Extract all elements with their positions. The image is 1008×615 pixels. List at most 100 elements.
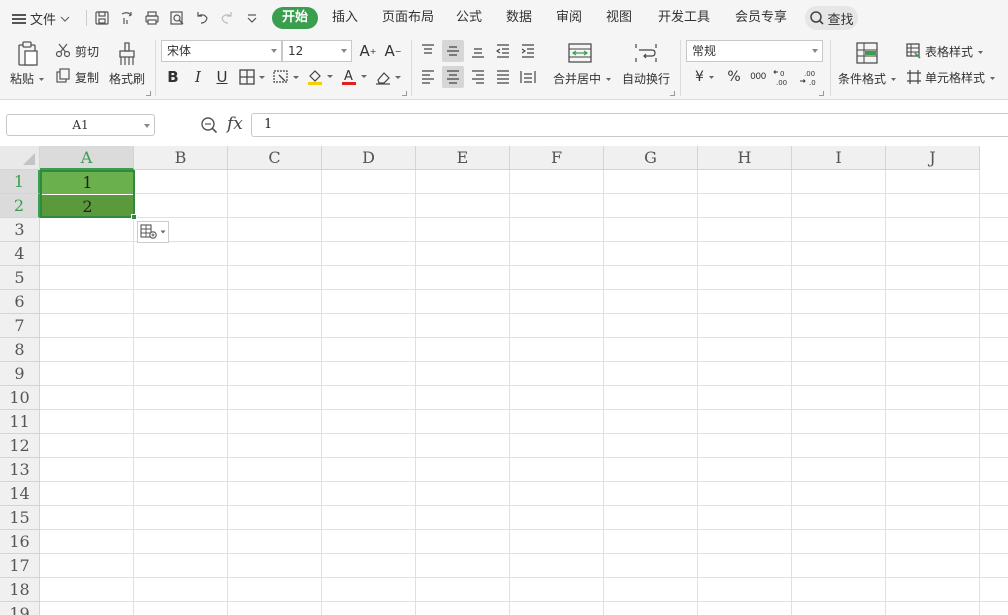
column-header-j[interactable]: J: [886, 146, 980, 170]
formula-input[interactable]: 1: [251, 113, 1008, 137]
thousands-separator-button[interactable]: 000: [748, 67, 768, 87]
tab-formulas[interactable]: 公式: [446, 7, 492, 29]
cut-button[interactable]: 剪切: [75, 43, 99, 60]
tab-developer[interactable]: 开发工具: [648, 7, 720, 29]
increase-indent-icon[interactable]: [517, 40, 539, 62]
row-header-9[interactable]: 9: [0, 362, 40, 386]
clear-format-icon[interactable]: [374, 67, 404, 87]
table-style-button[interactable]: 表格样式: [925, 43, 984, 60]
align-middle-icon[interactable]: [442, 40, 464, 62]
row-header-12[interactable]: 12: [0, 434, 40, 458]
row-header-17[interactable]: 17: [0, 554, 40, 578]
increase-decimal-icon[interactable]: 0.00: [772, 67, 794, 87]
bold-button[interactable]: B: [163, 67, 183, 87]
decrease-decimal-icon[interactable]: .00.0: [798, 67, 820, 87]
column-header-i[interactable]: I: [792, 146, 886, 170]
tab-review[interactable]: 审阅: [546, 7, 592, 29]
auto-fill-options-button[interactable]: [137, 221, 169, 243]
zoom-icon[interactable]: [200, 116, 218, 134]
italic-button[interactable]: I: [188, 67, 208, 87]
paste-button[interactable]: 粘贴: [10, 70, 45, 87]
conditional-format-button[interactable]: 条件格式: [838, 70, 897, 87]
borders-icon[interactable]: [238, 67, 268, 87]
row-header-13[interactable]: 13: [0, 458, 40, 482]
number-format-select[interactable]: 常规: [686, 40, 823, 62]
undo-icon[interactable]: [193, 9, 211, 27]
distributed-align-icon[interactable]: [517, 66, 539, 88]
underline-button[interactable]: U: [212, 67, 232, 87]
copy-button[interactable]: 复制: [75, 69, 99, 86]
row-header-16[interactable]: 16: [0, 530, 40, 554]
wrap-text-button[interactable]: 自动换行: [622, 70, 670, 87]
column-header-a[interactable]: A: [40, 146, 134, 170]
export-icon[interactable]: [118, 9, 136, 27]
column-header-b[interactable]: B: [134, 146, 228, 170]
align-right-icon[interactable]: [467, 66, 489, 88]
save-icon[interactable]: [93, 9, 111, 27]
currency-format-button[interactable]: ¥: [690, 67, 720, 87]
justify-icon[interactable]: [492, 66, 514, 88]
cell-area[interactable]: [40, 170, 1008, 615]
conditional-format-icon[interactable]: [854, 40, 880, 66]
align-top-icon[interactable]: [417, 40, 439, 62]
cell-style-icon[interactable]: [905, 68, 923, 86]
print-preview-icon[interactable]: [168, 9, 186, 27]
number-launcher-icon[interactable]: [819, 91, 824, 96]
font-launcher-icon[interactable]: [402, 91, 407, 96]
row-header-11[interactable]: 11: [0, 410, 40, 434]
font-size-select[interactable]: 12: [282, 40, 352, 62]
row-header-10[interactable]: 10: [0, 386, 40, 410]
column-header-d[interactable]: D: [322, 146, 416, 170]
print-icon[interactable]: [143, 9, 161, 27]
column-header-f[interactable]: F: [510, 146, 604, 170]
row-header-18[interactable]: 18: [0, 578, 40, 602]
function-button[interactable]: fx: [227, 114, 243, 134]
merge-center-button[interactable]: 合并居中: [553, 70, 612, 87]
column-header-h[interactable]: H: [698, 146, 792, 170]
tab-data[interactable]: 数据: [496, 7, 542, 29]
row-header-5[interactable]: 5: [0, 266, 40, 290]
wrap-text-icon[interactable]: [633, 40, 659, 66]
increase-font-icon[interactable]: A +: [358, 42, 378, 60]
tab-page-layout[interactable]: 页面布局: [372, 7, 444, 29]
column-header-c[interactable]: C: [228, 146, 322, 170]
font-name-select[interactable]: 宋体: [161, 40, 282, 62]
row-header-6[interactable]: 6: [0, 290, 40, 314]
search-button[interactable]: 查找: [805, 6, 858, 30]
align-left-icon[interactable]: [417, 66, 439, 88]
align-bottom-icon[interactable]: [467, 40, 489, 62]
row-header-3[interactable]: 3: [0, 218, 40, 242]
column-header-g[interactable]: G: [604, 146, 698, 170]
tab-view[interactable]: 视图: [596, 7, 642, 29]
redo-icon[interactable]: [218, 9, 236, 27]
tab-home[interactable]: 开始: [272, 7, 319, 29]
tab-insert[interactable]: 插入: [322, 7, 368, 29]
row-header-14[interactable]: 14: [0, 482, 40, 506]
font-color-icon[interactable]: A: [340, 67, 370, 87]
paste-icon[interactable]: [14, 40, 42, 68]
row-header-4[interactable]: 4: [0, 242, 40, 266]
name-box[interactable]: A1: [6, 114, 155, 136]
row-header-15[interactable]: 15: [0, 506, 40, 530]
row-header-7[interactable]: 7: [0, 314, 40, 338]
alignment-launcher-icon[interactable]: [670, 91, 675, 96]
quick-access-more-icon[interactable]: [243, 9, 261, 27]
decrease-font-icon[interactable]: A −: [383, 42, 403, 60]
row-header-19[interactable]: 19: [0, 602, 40, 615]
cell-style-brush-icon[interactable]: [272, 67, 302, 87]
percent-button[interactable]: %: [724, 67, 744, 87]
decrease-indent-icon[interactable]: [492, 40, 514, 62]
tab-member[interactable]: 会员专享: [725, 7, 797, 29]
fill-handle[interactable]: [131, 214, 137, 220]
format-painter-button[interactable]: 格式刷: [109, 70, 145, 87]
select-all-button[interactable]: [0, 146, 40, 170]
clipboard-launcher-icon[interactable]: [146, 91, 151, 96]
scissors-icon[interactable]: [54, 41, 72, 59]
copy-icon[interactable]: [54, 67, 72, 85]
row-header-2[interactable]: 2: [0, 194, 40, 218]
row-header-1[interactable]: 1: [0, 170, 40, 194]
format-painter-icon[interactable]: [114, 40, 140, 68]
fill-color-icon[interactable]: [306, 67, 336, 87]
merge-center-icon[interactable]: [567, 40, 593, 66]
align-center-icon[interactable]: [442, 66, 464, 88]
